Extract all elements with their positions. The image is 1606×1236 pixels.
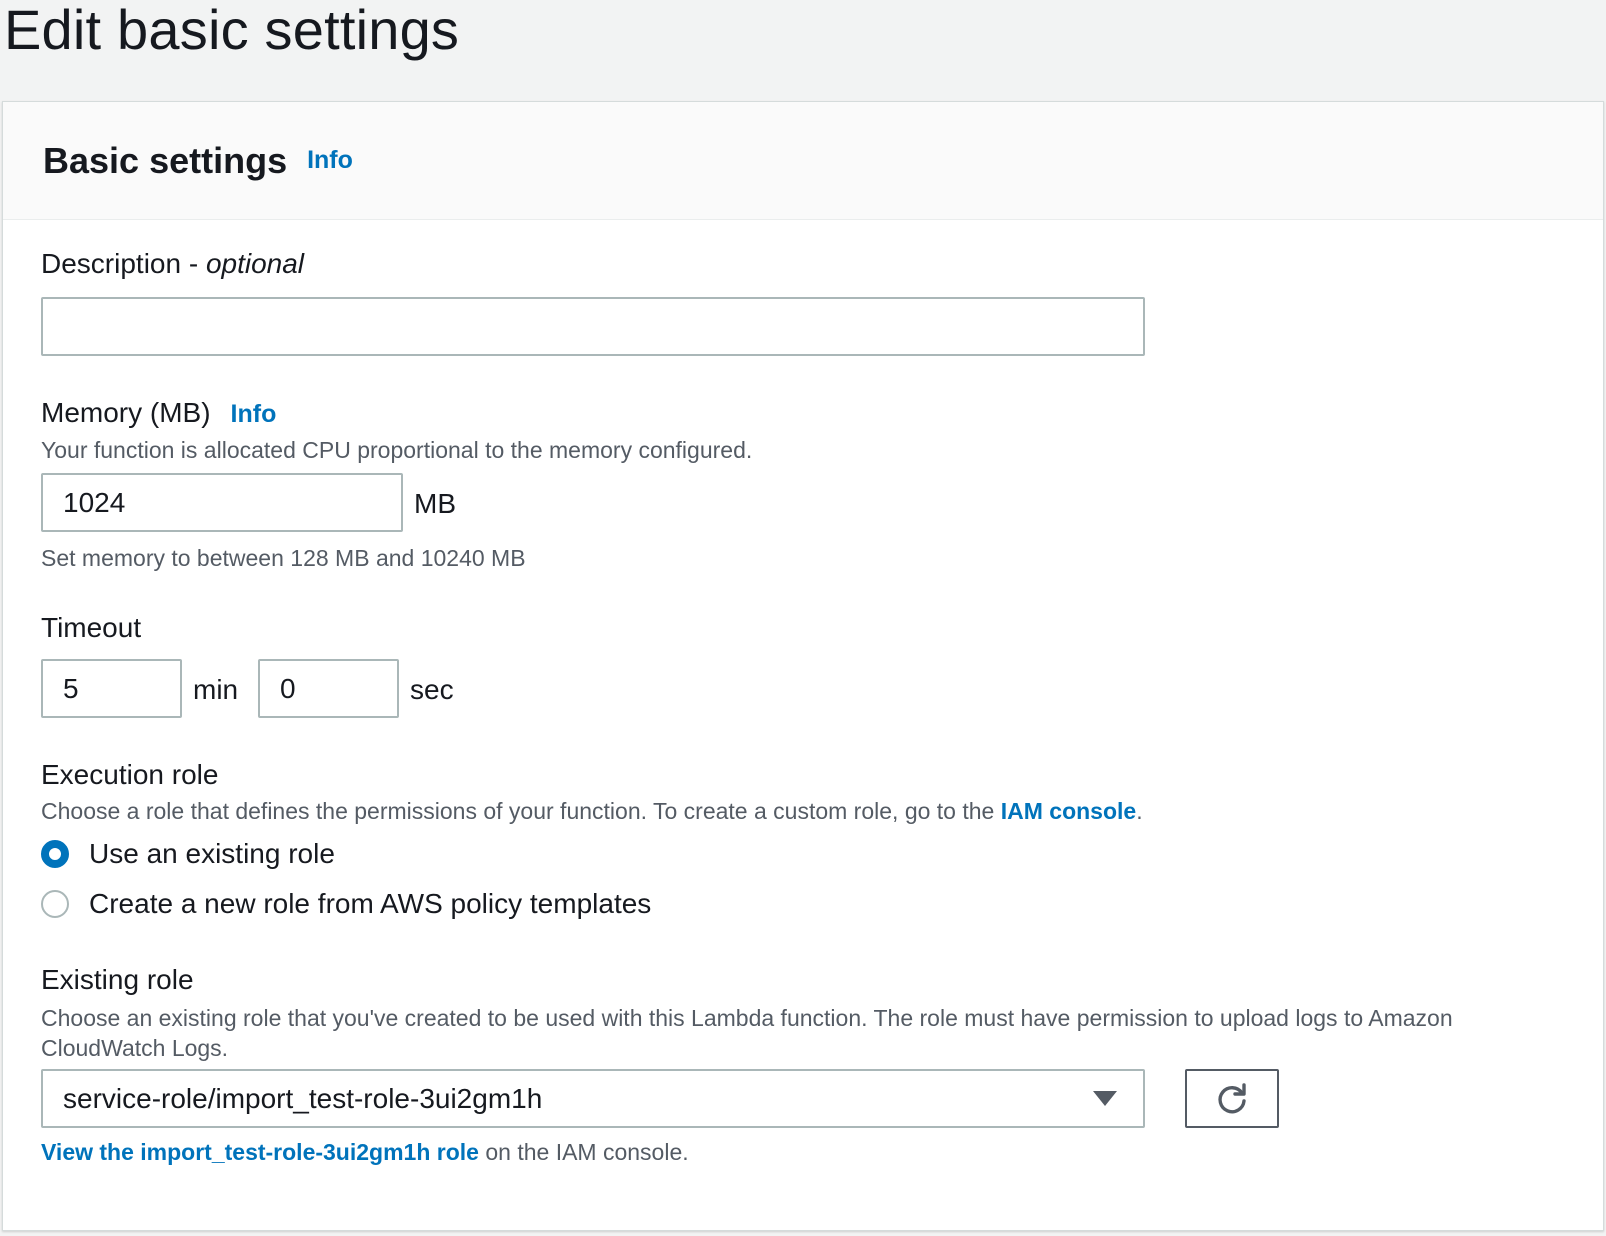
radio-label-new: Create a new role from AWS policy templa… (89, 888, 652, 919)
page-title: Edit basic settings (4, 0, 460, 61)
basic-settings-panel: Basic settings Info Description - option… (2, 101, 1604, 1231)
memory-info-link[interactable]: Info (231, 400, 277, 429)
description-label: Description - optional (41, 248, 304, 280)
panel-title: Basic settings (43, 139, 288, 181)
memory-input[interactable] (41, 473, 403, 532)
existing-role-label: Existing role (41, 964, 194, 995)
execution-role-label: Execution role (41, 759, 219, 790)
timeout-sec-unit: sec (410, 674, 454, 705)
memory-unit: MB (414, 488, 456, 519)
radio-unchecked-icon[interactable] (41, 890, 69, 918)
description-optional-text: optional (205, 248, 305, 279)
description-label-text: Description - (41, 248, 206, 279)
radio-label-existing: Use an existing role (89, 838, 335, 869)
refresh-icon (1218, 1082, 1246, 1113)
memory-label-row: Memory (MB) Info (41, 397, 276, 429)
existing-role-selected-value: service-role/import_test-role-3ui2gm1h (63, 1082, 543, 1114)
memory-label: Memory (MB) (41, 397, 211, 428)
timeout-min-unit: min (193, 674, 239, 705)
refresh-roles-button[interactable] (1185, 1069, 1279, 1128)
radio-create-new-role[interactable]: Create a new role from AWS policy templa… (41, 888, 651, 920)
view-role-suffix: on the IAM console. (478, 1139, 689, 1165)
iam-console-link[interactable]: IAM console (1001, 798, 1136, 824)
execution-role-hint: Choose a role that defines the permissio… (41, 798, 1143, 825)
execution-role-hint-suffix: . (1136, 798, 1143, 824)
panel-info-link[interactable]: Info (307, 146, 353, 175)
radio-checked-icon[interactable] (41, 840, 69, 868)
existing-role-select[interactable]: service-role/import_test-role-3ui2gm1h (41, 1069, 1145, 1128)
timeout-sec-input[interactable] (258, 659, 399, 718)
timeout-min-input[interactable] (41, 659, 182, 718)
description-input[interactable] (41, 297, 1145, 356)
page-header: Edit basic settings (0, 0, 1606, 100)
timeout-label: Timeout (41, 612, 142, 643)
view-role-line: View the import_test-role-3ui2gm1h role … (41, 1139, 689, 1166)
memory-hint: Your function is allocated CPU proportio… (41, 437, 753, 463)
caret-down-icon (1093, 1091, 1117, 1106)
memory-constraint: Set memory to between 128 MB and 10240 M… (41, 545, 526, 571)
panel-header: Basic settings Info (3, 102, 1603, 220)
view-role-link[interactable]: View the import_test-role-3ui2gm1h role (41, 1139, 479, 1165)
existing-role-hint: Choose an existing role that you've crea… (41, 1005, 1453, 1061)
execution-role-hint-text: Choose a role that defines the permissio… (41, 798, 1001, 824)
radio-use-existing-role[interactable]: Use an existing role (41, 838, 335, 870)
